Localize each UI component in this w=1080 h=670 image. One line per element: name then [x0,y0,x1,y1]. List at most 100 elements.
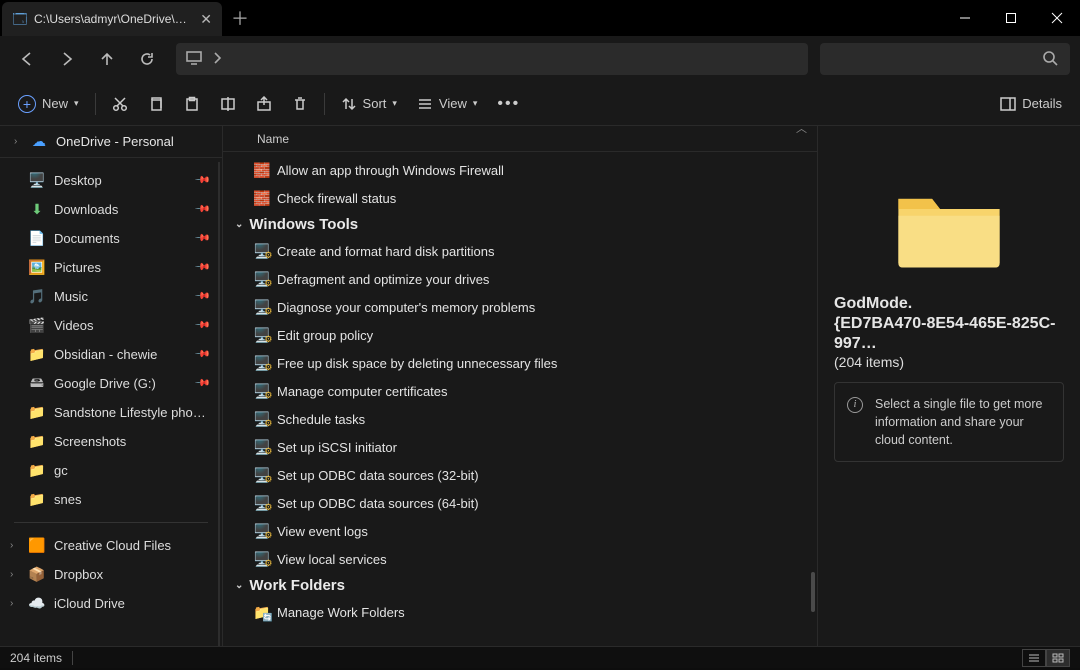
list-item[interactable]: 📁Manage Work Folders [223,598,817,626]
sidebar-item-label: Dropbox [54,567,208,582]
expand-icon[interactable]: › [10,598,13,609]
details-tip-text: Select a single file to get more informa… [875,397,1042,447]
sidebar-item[interactable]: 📁 Obsidian - chewie 📌 [0,340,222,369]
list-item-icon: 🖥️ [253,495,269,511]
new-button[interactable]: + New ▾ [8,89,89,119]
copy-button[interactable] [138,90,174,118]
sidebar-item[interactable]: ›📦Dropbox [0,560,222,589]
list-item[interactable]: 🖥️ Set up iSCSI initiator [223,433,817,461]
sidebar-drives: ›🟧Creative Cloud Files›📦Dropbox›☁️iCloud… [0,531,222,618]
tab-current[interactable]: 🗔 C:\Users\admyr\OneDrive\Des ✕ [2,2,222,36]
sidebar-item[interactable]: 🖥️Desktop📌 [0,166,222,195]
group-title: Work Folders [249,577,345,594]
list-item[interactable]: 🖥️Set up ODBC data sources (32-bit) [223,461,817,489]
list-item[interactable]: 🖥️Free up disk space by deleting unneces… [223,349,817,377]
back-button[interactable] [10,43,44,75]
close-tab-icon[interactable]: ✕ [200,11,212,28]
up-button[interactable] [90,43,124,75]
column-header-name[interactable]: Name ︿ [223,126,817,152]
sidebar-item[interactable]: ⬇Downloads📌 [0,195,222,224]
pin-icon: 📌 [193,317,210,334]
list-item-icon: 📁 [253,604,269,620]
list-item[interactable]: 🖥️Defragment and optimize your drives [223,265,817,293]
details-pane: GodMode. {ED7BA470-8E54-465E-825C-997… (… [818,126,1080,646]
sidebar-item[interactable]: 🎬Videos📌 [0,311,222,340]
collapse-group-icon[interactable]: ︿ [796,120,807,136]
sidebar-item-icon: 🖥️ [28,172,46,189]
sidebar-item-icon: 🖴 [28,372,46,396]
view-mode-details-icon[interactable] [1022,649,1046,667]
details-tip-box: i Select a single file to get more infor… [834,382,1064,462]
breadcrumb-chevron-icon[interactable] [212,52,222,67]
list-item[interactable]: 🖥️Set up ODBC data sources (64-bit) [223,489,817,517]
vertical-scrollbar[interactable] [811,152,815,646]
sidebar-item-label: Music [54,289,188,304]
group-header[interactable]: ⌄Work Folders [223,573,817,598]
column-label: Name [257,132,289,146]
rename-button[interactable] [210,90,246,118]
sidebar-scrollbar[interactable] [218,162,220,646]
paste-button[interactable] [174,90,210,118]
pin-icon: 📌 [193,346,210,363]
list-item[interactable]: 🖥️Diagnose your computer's memory proble… [223,293,817,321]
sidebar-item[interactable]: 📁gc [0,456,222,485]
sidebar-item-label: Obsidian - chewie [54,347,188,362]
toolbar-divider [95,93,96,115]
maximize-button[interactable] [988,0,1034,36]
list-item[interactable]: 🖥️View local services [223,545,817,573]
list-item-icon: 🖥️ [253,271,269,287]
details-pane-button[interactable]: Details [990,90,1072,117]
list-item[interactable]: 🖥️View event logs [223,517,817,545]
sidebar-item[interactable]: ›☁️iCloud Drive [0,589,222,618]
view-mode-large-icon[interactable] [1046,649,1070,667]
sidebar-item[interactable]: 🖼️Pictures📌 [0,253,222,282]
close-window-button[interactable] [1034,0,1080,36]
list-item-label: Set up iSCSI initiator [277,440,397,455]
sidebar-item[interactable]: 📁Sandstone Lifestyle photos [0,398,222,427]
sidebar-item[interactable]: 🎵Music📌 [0,282,222,311]
minimize-button[interactable] [942,0,988,36]
list-item-icon: 🖥️ [253,327,269,343]
list-item-icon: 🖥️ [253,439,269,455]
share-button[interactable] [246,90,282,118]
scroll-thumb[interactable] [811,572,815,612]
sidebar-item[interactable]: 🖴Google Drive (G:)📌 [0,369,222,398]
sidebar-item-label: Videos [54,318,188,333]
list-item[interactable]: 🖥️Manage computer certificates [223,377,817,405]
delete-button[interactable] [282,90,318,118]
sidebar-item[interactable]: 📁Screenshots [0,427,222,456]
expand-icon[interactable]: › [10,540,13,551]
sidebar-item[interactable]: 📁snes [0,485,222,514]
sidebar-item-label: OneDrive - Personal [56,134,174,149]
sidebar-item[interactable]: 📄Documents📌 [0,224,222,253]
list-item[interactable]: 🖥️Schedule tasks [223,405,817,433]
list-item-label: Create and format hard disk partitions [277,244,495,259]
list-item[interactable]: 🧱Allow an app through Windows Firewall [223,156,817,184]
titlebar: 🗔 C:\Users\admyr\OneDrive\Des ✕ ＋ [0,0,1080,36]
sidebar-item[interactable]: ›🟧Creative Cloud Files [0,531,222,560]
view-button[interactable]: View ▾ [407,90,487,118]
search-icon [1042,50,1058,69]
forward-button[interactable] [50,43,84,75]
group-header[interactable]: ⌄Windows Tools [223,212,817,237]
refresh-button[interactable] [130,43,164,75]
list-item[interactable]: 🖥️Create and format hard disk partitions [223,237,817,265]
more-button[interactable]: ••• [487,89,530,119]
sidebar-item-icon: ⬇ [28,201,46,218]
list-item[interactable]: 🖥️Edit group policy [223,321,817,349]
sidebar-item-icon: 📁 [28,346,46,363]
search-box[interactable] [820,43,1070,75]
sort-button[interactable]: Sort ▾ [331,90,407,118]
list-item[interactable]: 🧱Check firewall status [223,184,817,212]
view-icon [417,96,433,112]
sidebar-item-onedrive[interactable]: › ☁ OneDrive - Personal [0,126,222,158]
sidebar-item-label: Sandstone Lifestyle photos [54,405,208,420]
address-bar[interactable] [176,43,808,75]
cut-button[interactable] [102,90,138,118]
file-list: 🧱Allow an app through Windows Firewall🧱C… [223,152,817,646]
expand-icon[interactable]: › [10,569,13,580]
new-tab-button[interactable]: ＋ [222,0,258,36]
expand-icon[interactable]: › [14,136,24,147]
info-icon: i [847,397,863,413]
toolbar: + New ▾ Sort ▾ View ▾ ••• Details [0,82,1080,126]
